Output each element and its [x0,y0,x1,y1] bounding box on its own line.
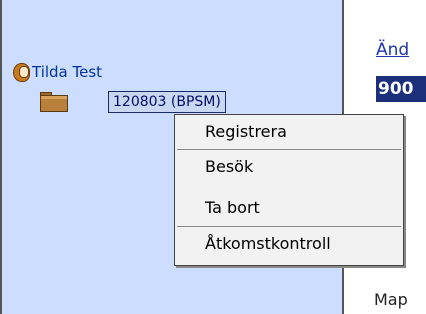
tree-user-node[interactable]: Tilda Test [12,61,102,82]
folder-icon [40,92,68,112]
menu-item-atkomstkontroll[interactable]: Åtkomstkontroll [175,229,403,259]
user-icon [12,61,30,82]
menu-separator [177,149,401,150]
menu-item-registrera[interactable]: Registrera [175,117,403,147]
menu-separator [177,226,401,227]
user-label: Tilda Test [32,62,103,81]
tree-folder-node[interactable] [40,92,68,112]
record-id-header: 900 [376,76,426,102]
folder-label-selected[interactable]: 120803 (BPSM) [108,91,226,113]
menu-item-ta-bort[interactable]: Ta bort [175,193,403,223]
menu-item-besok[interactable]: Besök [175,152,403,182]
edit-link[interactable]: Änd [376,40,409,60]
content-text-fragment: Map [374,290,408,309]
context-menu: Registrera Besök Ta bort Åtkomstkontroll [174,114,404,266]
